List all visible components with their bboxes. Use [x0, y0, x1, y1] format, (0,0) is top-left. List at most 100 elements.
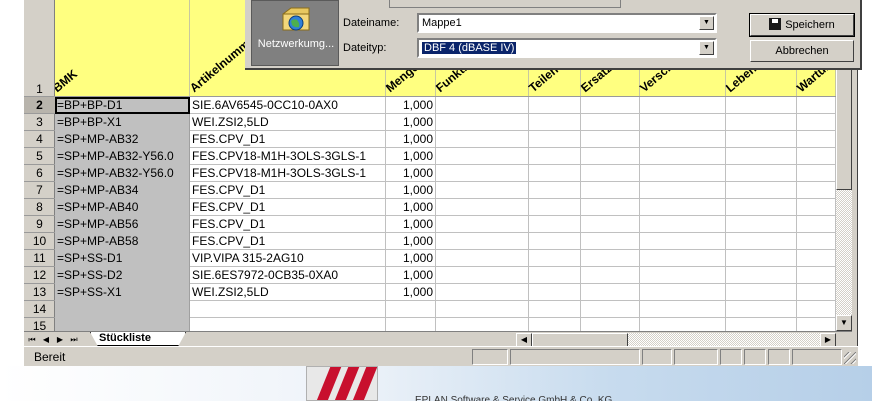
cell[interactable]: [726, 250, 797, 267]
cell[interactable]: [581, 318, 640, 331]
cell-article-number[interactable]: FES.CPV18-M1H-3OLS-3GLS-1: [190, 165, 386, 182]
cell[interactable]: [726, 165, 797, 182]
cell[interactable]: [640, 199, 726, 216]
cell-bmk[interactable]: =SP+MP-AB32: [55, 131, 190, 148]
cell[interactable]: [726, 148, 797, 165]
cell[interactable]: [797, 284, 836, 301]
cell[interactable]: [726, 114, 797, 131]
cell[interactable]: [797, 165, 836, 182]
prev-sheet-icon[interactable]: ◀: [40, 333, 52, 346]
resize-grip-icon[interactable]: [844, 352, 856, 364]
cell-bmk[interactable]: =SP+MP-AB58: [55, 233, 190, 250]
cell-quantity[interactable]: 1,000: [386, 97, 436, 114]
row-header[interactable]: 11: [24, 250, 55, 267]
cell[interactable]: [797, 250, 836, 267]
row-header[interactable]: 4: [24, 131, 55, 148]
scroll-down-button[interactable]: ▼: [836, 315, 852, 331]
cell[interactable]: [640, 250, 726, 267]
cell[interactable]: [640, 97, 726, 114]
cell[interactable]: [529, 148, 581, 165]
cell[interactable]: [797, 267, 836, 284]
cell-article-number[interactable]: SIE.6AV6545-0CC10-0AX0: [190, 97, 386, 114]
cell-quantity[interactable]: 1,000: [386, 250, 436, 267]
cell-bmk[interactable]: =SP+MP-AB40: [55, 199, 190, 216]
cell-article-number[interactable]: WEI.ZSI2,5LD: [190, 114, 386, 131]
cell[interactable]: [726, 97, 797, 114]
last-sheet-icon[interactable]: ⏭: [68, 333, 80, 346]
sheet-tab-stueckliste[interactable]: Stückliste: [90, 332, 186, 346]
cell[interactable]: [726, 199, 797, 216]
cell[interactable]: [797, 97, 836, 114]
cell-quantity[interactable]: 1,000: [386, 199, 436, 216]
cell[interactable]: [726, 233, 797, 250]
cell[interactable]: [529, 131, 581, 148]
cell-bmk[interactable]: [55, 318, 190, 331]
cell-bmk[interactable]: =SP+MP-AB32-Y56.0: [55, 148, 190, 165]
cell-article-number[interactable]: FES.CPV18-M1H-3OLS-3GLS-1: [190, 148, 386, 165]
cell[interactable]: [529, 250, 581, 267]
cell[interactable]: [797, 318, 836, 331]
cell-article-number[interactable]: [190, 301, 386, 318]
cell[interactable]: [726, 318, 797, 331]
column-header[interactable]: BMK: [55, 0, 190, 96]
cell-quantity[interactable]: 1,000: [386, 216, 436, 233]
cell[interactable]: [797, 182, 836, 199]
horizontal-scrollbar[interactable]: ◀ ▶: [516, 333, 836, 347]
cell-quantity[interactable]: 1,000: [386, 148, 436, 165]
horizontal-scroll-thumb[interactable]: [532, 333, 628, 347]
cell[interactable]: [436, 318, 529, 331]
cell[interactable]: [436, 301, 529, 318]
cell-quantity[interactable]: 1,000: [386, 267, 436, 284]
cell[interactable]: [529, 114, 581, 131]
cell-article-number[interactable]: SIE.6ES7972-0CB35-0XA0: [190, 267, 386, 284]
cell[interactable]: [640, 267, 726, 284]
row-header[interactable]: 14: [24, 301, 55, 318]
cell-bmk[interactable]: [55, 301, 190, 318]
filename-input[interactable]: Mappe1 ▼: [417, 13, 717, 33]
cell-bmk[interactable]: =SP+SS-D2: [55, 267, 190, 284]
filetype-dropdown-icon[interactable]: ▼: [699, 41, 714, 55]
first-sheet-icon[interactable]: ⏮: [26, 333, 38, 346]
cell[interactable]: [436, 97, 529, 114]
cell-bmk[interactable]: =SP+SS-X1: [55, 284, 190, 301]
row-header[interactable]: 9: [24, 216, 55, 233]
row-header[interactable]: 2: [24, 97, 55, 114]
cell[interactable]: [581, 182, 640, 199]
cancel-button[interactable]: Abbrechen: [750, 40, 854, 62]
row-header[interactable]: 5: [24, 148, 55, 165]
cell-bmk[interactable]: =SP+MP-AB56: [55, 216, 190, 233]
cell-quantity[interactable]: 1,000: [386, 233, 436, 250]
cell-bmk[interactable]: =BP+BP-D1: [55, 97, 190, 114]
cell-quantity[interactable]: 1,000: [386, 114, 436, 131]
cell[interactable]: [726, 284, 797, 301]
cell[interactable]: [436, 216, 529, 233]
cell[interactable]: [640, 301, 726, 318]
cell[interactable]: [797, 131, 836, 148]
cell[interactable]: [726, 301, 797, 318]
cell[interactable]: [436, 131, 529, 148]
cell[interactable]: [640, 216, 726, 233]
cell[interactable]: [797, 114, 836, 131]
cell[interactable]: [436, 233, 529, 250]
cell-quantity[interactable]: 1,000: [386, 165, 436, 182]
cell[interactable]: [726, 131, 797, 148]
cell-quantity[interactable]: 1,000: [386, 182, 436, 199]
filetype-select[interactable]: DBF 4 (dBASE IV) ▼: [417, 38, 717, 58]
row-header[interactable]: 13: [24, 284, 55, 301]
cell[interactable]: [581, 216, 640, 233]
cell-bmk[interactable]: =BP+BP-X1: [55, 114, 190, 131]
cell[interactable]: [529, 165, 581, 182]
cell-article-number[interactable]: [190, 318, 386, 331]
cell[interactable]: [529, 284, 581, 301]
cell-bmk[interactable]: =SP+SS-D1: [55, 250, 190, 267]
cell[interactable]: [581, 148, 640, 165]
cell[interactable]: [640, 114, 726, 131]
cell[interactable]: [581, 114, 640, 131]
scroll-right-button[interactable]: ▶: [820, 333, 836, 347]
cell[interactable]: [436, 199, 529, 216]
cell-article-number[interactable]: WEI.ZSI2,5LD: [190, 284, 386, 301]
cell[interactable]: [581, 284, 640, 301]
cell[interactable]: [436, 114, 529, 131]
cell[interactable]: [640, 165, 726, 182]
cell[interactable]: [529, 301, 581, 318]
